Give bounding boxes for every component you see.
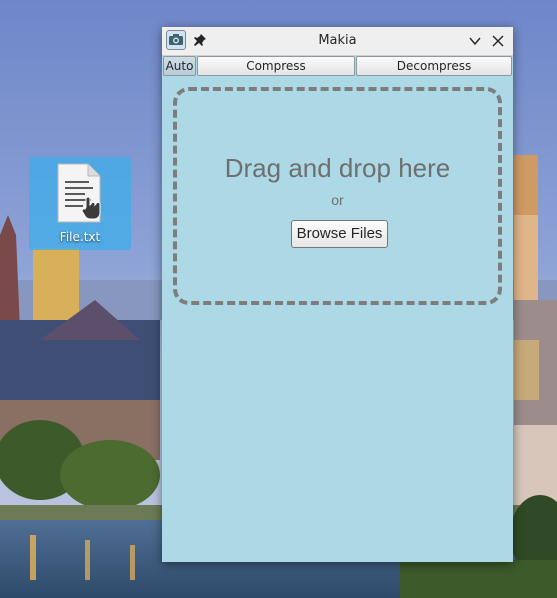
- auto-button[interactable]: Auto: [163, 56, 196, 76]
- drop-zone-or-text: or: [331, 192, 344, 208]
- drop-zone-title: Drag and drop here: [224, 153, 451, 183]
- text-file-icon: [57, 163, 101, 223]
- browse-files-button[interactable]: Browse Files: [291, 220, 388, 248]
- close-icon[interactable]: [491, 34, 505, 48]
- desktop-file-label: File.txt: [59, 230, 101, 244]
- desktop-file-icon[interactable]: File.txt: [29, 157, 131, 250]
- drop-zone[interactable]: Drag and drop here or Browse Files: [173, 87, 502, 305]
- makia-window: Makia Auto Compress Decompress Drag and …: [162, 27, 513, 562]
- compress-button[interactable]: Compress: [197, 56, 355, 76]
- chevron-down-icon[interactable]: [468, 34, 482, 48]
- mode-toolbar: Auto Compress Decompress: [162, 56, 513, 77]
- decompress-button[interactable]: Decompress: [356, 56, 512, 76]
- window-title: Makia: [318, 33, 357, 48]
- title-bar[interactable]: Makia: [162, 27, 513, 56]
